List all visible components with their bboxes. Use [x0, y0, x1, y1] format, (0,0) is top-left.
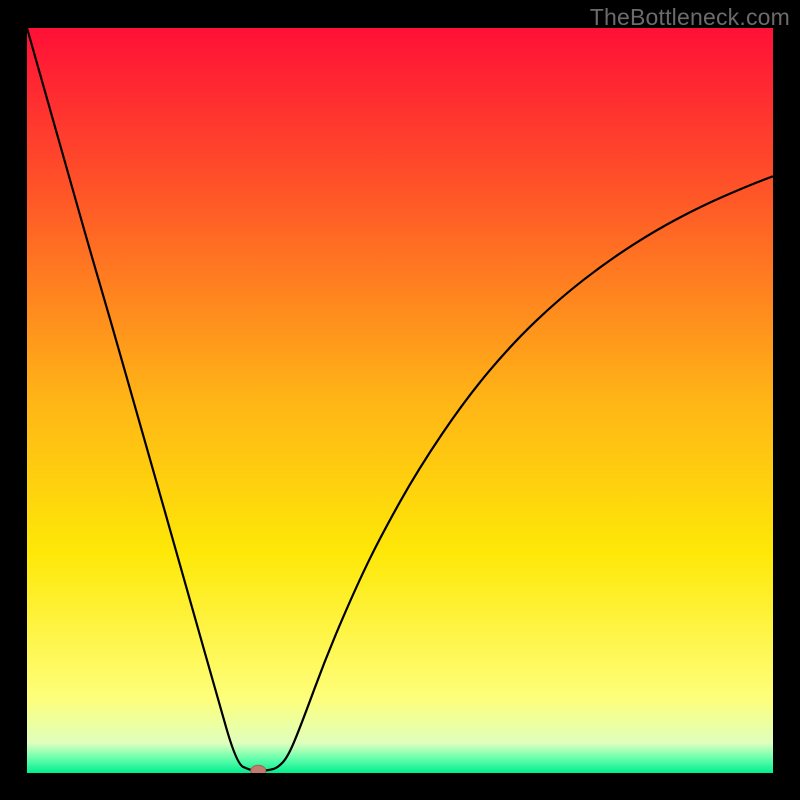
gradient-background — [27, 28, 773, 773]
bottleneck-chart — [27, 28, 773, 773]
chart-frame: TheBottleneck.com — [0, 0, 800, 800]
minimum-marker — [251, 765, 266, 773]
watermark-text: TheBottleneck.com — [590, 4, 790, 31]
